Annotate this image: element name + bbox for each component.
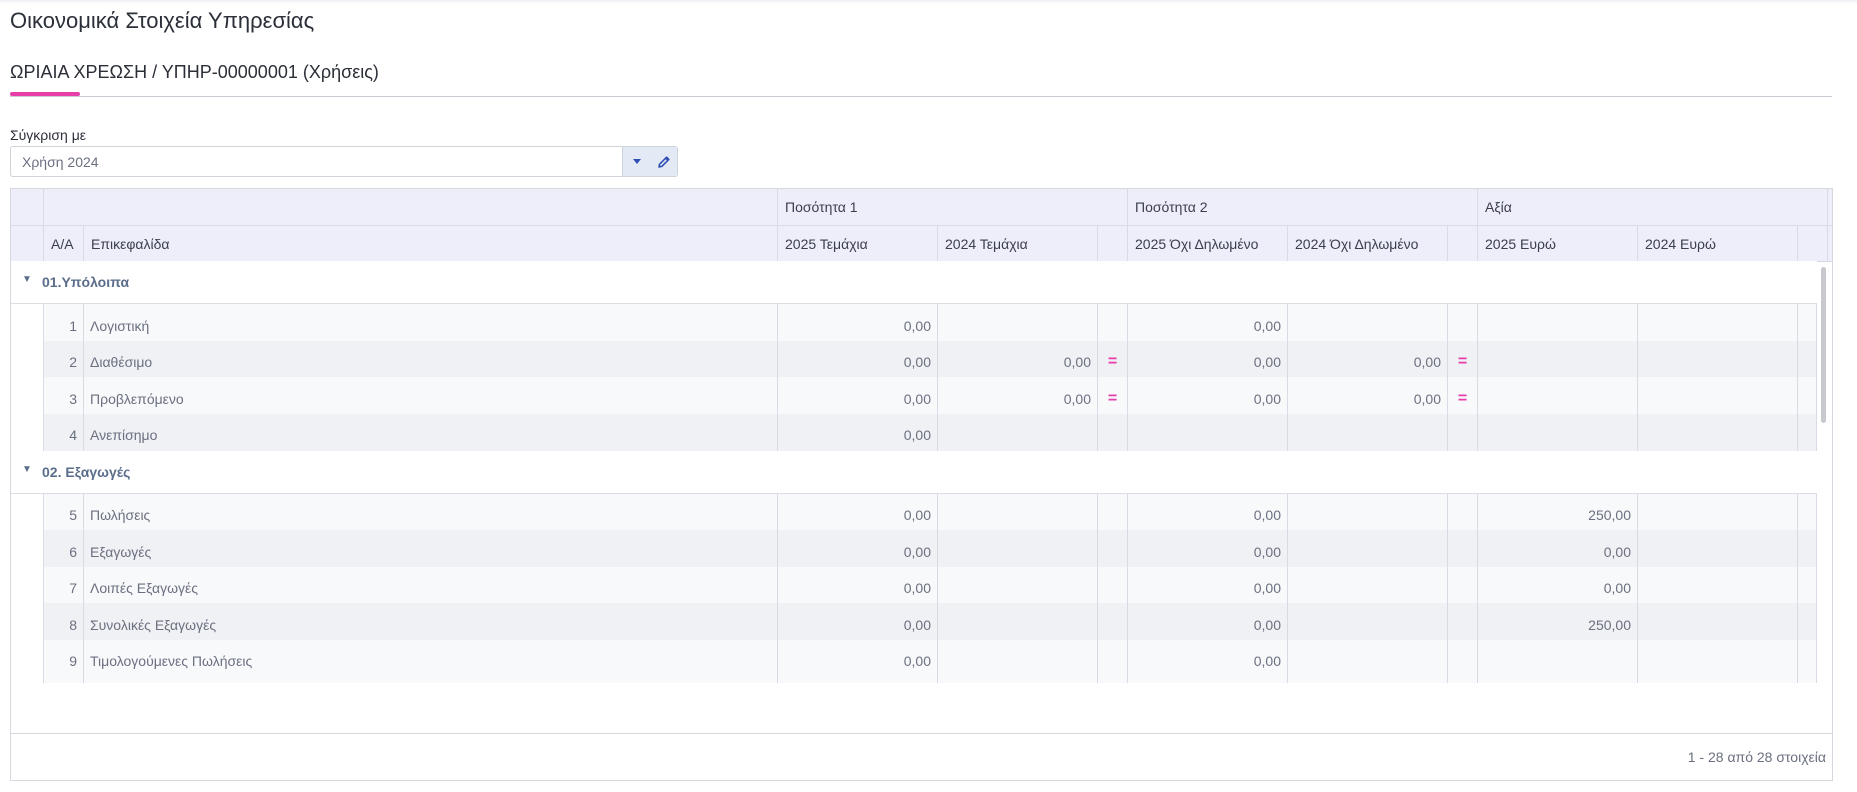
column-header-v-2025[interactable]: 2025 Ευρώ: [1478, 226, 1638, 261]
grid-column-header-row: Α/Α Επικεφαλίδα 2025 Τεμάχια 2024 Τεμάχι…: [11, 226, 1832, 262]
group-header-quantity-2: Ποσότητα 2: [1128, 189, 1478, 225]
cell-q1-compare[interactable]: [1098, 639, 1128, 683]
column-header-title[interactable]: Επικεφαλίδα: [84, 226, 778, 261]
edit-button[interactable]: [650, 147, 677, 176]
tab-usage[interactable]: ΩΡΙΑΙΑ ΧΡΕΩΣΗ / ΥΠΗΡ-00000001 (Χρήσεις): [10, 62, 379, 83]
data-grid: Ποσότητα 1 Ποσότητα 2 Αξία Α/Α Επικεφαλί…: [10, 188, 1833, 781]
group-label: 01.Υπόλοιπα: [42, 274, 130, 290]
column-header-q1-2024[interactable]: 2024 Τεμάχια: [938, 226, 1098, 261]
grid-group-header-row: Ποσότητα 1 Ποσότητα 2 Αξία: [11, 189, 1832, 226]
column-header-q2-compare: [1448, 226, 1478, 261]
vertical-scrollbar[interactable]: [1821, 267, 1826, 423]
cell-q1-2024[interactable]: [938, 639, 1098, 683]
column-header-q2-2025[interactable]: 2025 Όχι Δηλωμένο: [1128, 226, 1288, 261]
cell-q2-compare[interactable]: [1448, 639, 1478, 683]
group-row[interactable]: ▼ 02. Εξαγωγές: [11, 450, 1817, 494]
column-header-q2-2024[interactable]: 2024 Όχι Δηλωμένο: [1288, 226, 1448, 261]
cell-q1-2025[interactable]: 0,00: [778, 639, 938, 683]
cell-v-2024[interactable]: [1638, 639, 1798, 683]
collapse-caret-icon[interactable]: ▼: [22, 274, 32, 285]
group-row[interactable]: ▼ 01.Υπόλοιπα: [11, 261, 1817, 304]
group-header-quantity-1: Ποσότητα 1: [778, 189, 1128, 225]
pencil-icon: [657, 155, 670, 168]
compare-select-value: Χρήση 2024: [22, 154, 99, 170]
header-expand-spacer: [11, 226, 44, 261]
top-shadow: [0, 0, 1857, 4]
column-header-aa[interactable]: Α/Α: [44, 226, 84, 261]
column-header-q1-2025[interactable]: 2025 Τεμάχια: [778, 226, 938, 261]
compare-label: Σύγκριση με: [10, 127, 87, 143]
caret-down-icon: [632, 158, 641, 164]
group-header-value: Αξία: [1478, 189, 1828, 225]
cell-q2-2025[interactable]: 0,00: [1128, 639, 1288, 683]
group-label: 02. Εξαγωγές: [42, 463, 131, 480]
table-row[interactable]: 9 Τιμολογούμενες Πωλήσεις 0,00 0,00: [11, 639, 1817, 683]
header-spacer: [44, 189, 778, 225]
cell-q2-2024[interactable]: [1288, 639, 1448, 683]
grid-body: ▼ 01.Υπόλοιπα 1 Λογιστική 0,00 0,00 2 Διαθέσιμο…: [11, 261, 1832, 733]
tab-bar: ΩΡΙΑΙΑ ΧΡΕΩΣΗ / ΥΠΗΡ-00000001 (Χρήσεις): [10, 58, 1832, 97]
grid-pager: 1 - 28 από 28 στοιχεία: [11, 733, 1832, 780]
pager-info: 1 - 28 από 28 στοιχεία: [1687, 749, 1826, 765]
cell-title: Τιμολογούμενες Πωλήσεις: [84, 639, 778, 683]
column-header-q1-compare: [1098, 226, 1128, 261]
row-indent: [11, 639, 44, 683]
compare-select-buttons: [622, 147, 677, 176]
cell-aa: 9: [44, 639, 84, 683]
cell-v-compare: [1798, 639, 1817, 683]
tab-active-indicator: [10, 92, 80, 96]
compare-select[interactable]: Χρήση 2024: [10, 146, 678, 177]
collapse-caret-icon[interactable]: ▼: [22, 464, 32, 475]
column-header-v-compare: [1798, 226, 1828, 261]
page-title: Οικονομικά Στοιχεία Υπηρεσίας: [10, 8, 315, 33]
dropdown-button[interactable]: [623, 147, 650, 176]
column-header-v-2024[interactable]: 2024 Ευρώ: [1638, 226, 1798, 261]
cell-v-2025[interactable]: [1478, 639, 1638, 683]
header-spacer: [11, 189, 44, 225]
